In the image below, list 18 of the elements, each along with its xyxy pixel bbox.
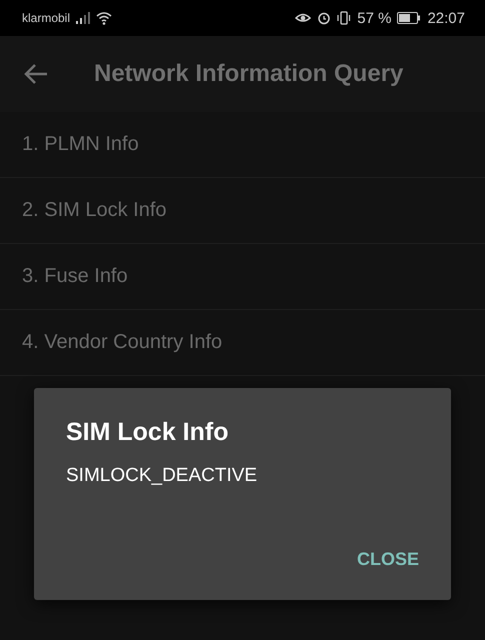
- alarm-icon: [317, 11, 332, 25]
- menu-item[interactable]: 3. Fuse Info: [0, 244, 485, 310]
- back-arrow-icon[interactable]: [24, 64, 48, 84]
- menu-item[interactable]: 2. SIM Lock Info: [0, 178, 485, 244]
- eye-icon: [295, 12, 312, 24]
- wifi-icon: [96, 12, 112, 24]
- menu-item[interactable]: 4. Vendor Country Info: [0, 310, 485, 376]
- clock-time: 22:07: [427, 10, 465, 26]
- dialog-title: SIM Lock Info: [66, 418, 230, 447]
- dialog-message: SIMLOCK_DEACTIVE: [66, 465, 258, 488]
- battery-percent: 57 %: [357, 10, 392, 26]
- vibrate-icon: [337, 11, 352, 25]
- signal-icon: [76, 12, 90, 24]
- battery-icon: [397, 12, 422, 24]
- close-button[interactable]: CLOSE: [356, 545, 419, 574]
- menu-item[interactable]: 1. PLMN Info: [0, 112, 485, 178]
- screen-title: Network Information Query: [94, 60, 404, 88]
- carrier-name: klarmobil: [22, 11, 70, 25]
